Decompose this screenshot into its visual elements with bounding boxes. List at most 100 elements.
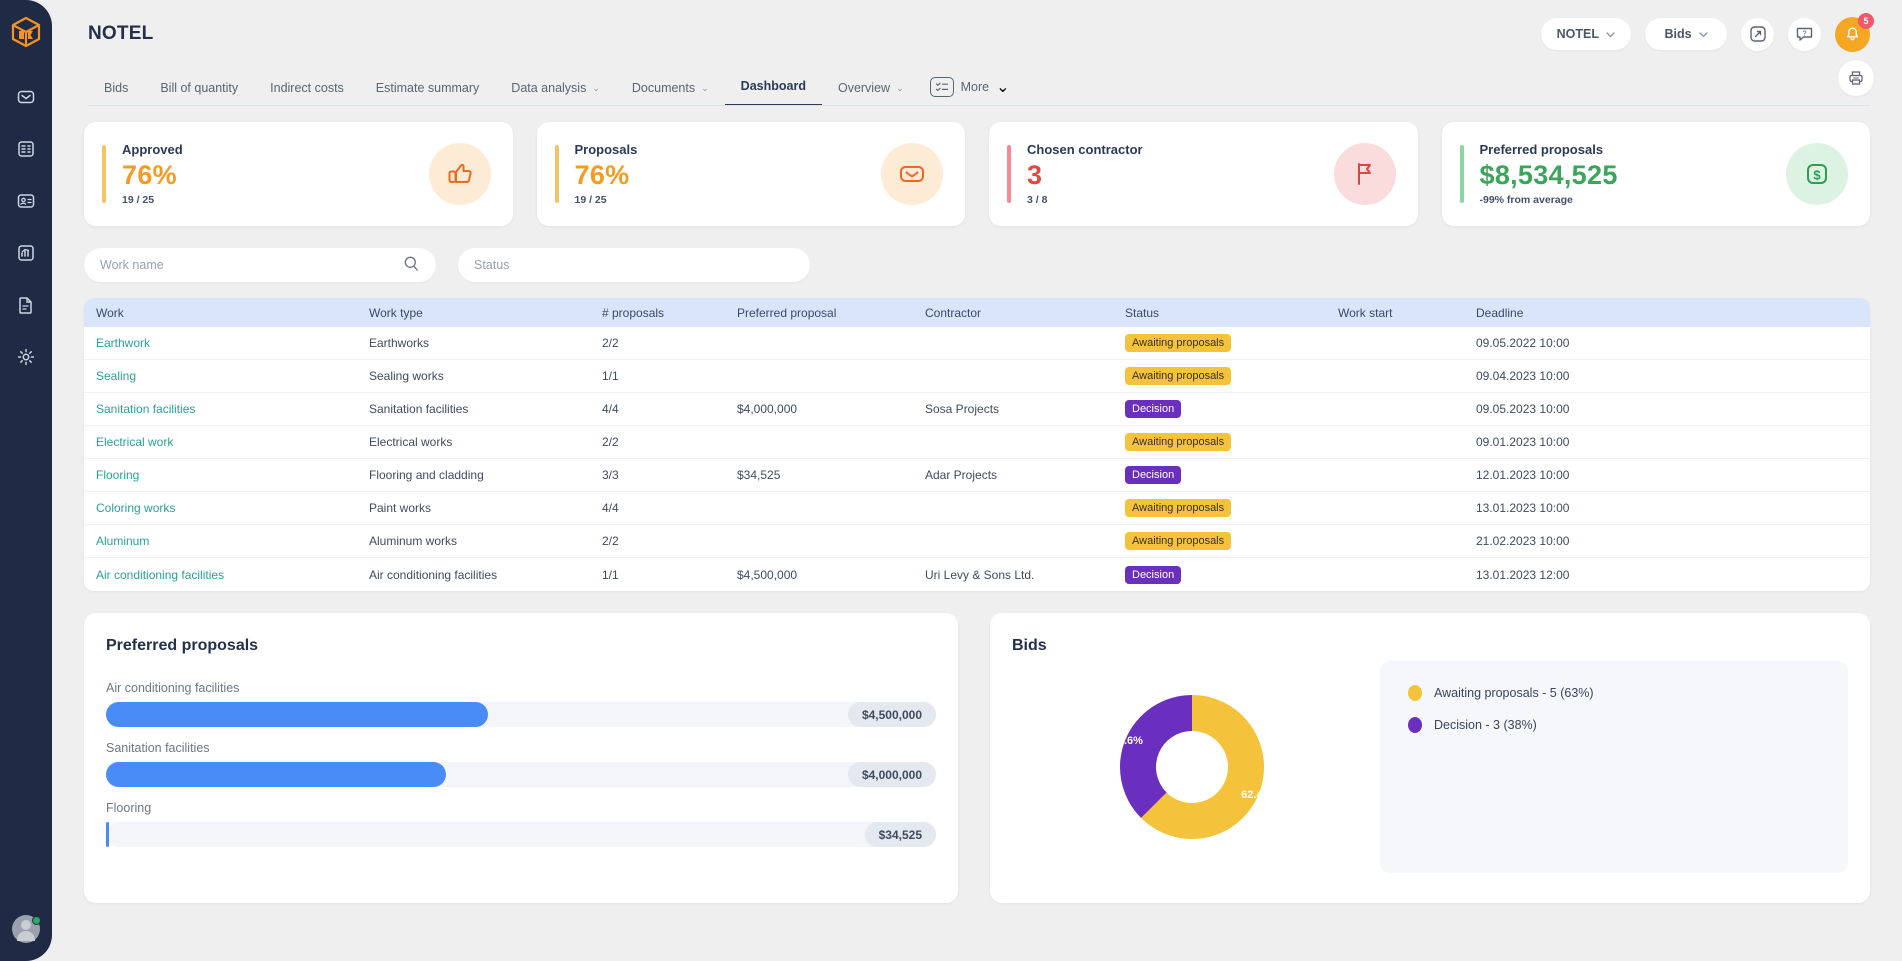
sidebar-item-settings[interactable] [13,344,39,370]
expand-button[interactable] [1741,18,1774,51]
table-row[interactable]: FlooringFlooring and cladding3/3$34,525A… [84,459,1870,492]
legend-item[interactable]: Decision - 3 (38%) [1408,717,1848,733]
avatar[interactable] [12,915,40,943]
kpi-row: Approved 76% 19 / 25 Proposals [84,122,1870,226]
tab-overview[interactable]: Overview ⌄ [822,81,920,106]
status-filter-placeholder: Status [474,258,509,272]
bar-label: Sanitation facilities [106,741,936,755]
kpi-value: 3 [1027,161,1143,190]
table-row[interactable]: Air conditioning facilitiesAir condition… [84,558,1870,591]
table-row[interactable]: AluminumAluminum works2/2Awaiting propos… [84,525,1870,558]
bar-group: Flooring$34,525 [106,801,936,847]
bids-legend: Awaiting proposals - 5 (63%) Decision - 3… [1380,661,1848,873]
sidebar-item-bill-of-quantity[interactable] [13,136,39,162]
status-badge: Decision [1125,400,1181,418]
search-input[interactable]: Work name [84,248,436,282]
sidebar-item-documents[interactable] [13,292,39,318]
tab-label: Indirect costs [270,81,344,95]
work-link[interactable]: Electrical work [96,435,173,449]
kpi-sub: 3 / 8 [1027,194,1143,206]
tab-data-analysis[interactable]: Data analysis ⌄ [495,81,616,106]
module-select[interactable]: Bids [1645,18,1727,50]
tab-bids[interactable]: Bids [88,81,144,106]
sidebar-item-contacts[interactable] [13,188,39,214]
chevron-down-icon: ⌄ [996,77,1009,97]
table-row[interactable]: SealingSealing works1/1Awaiting proposal… [84,360,1870,393]
kpi-value: 76% [122,161,183,190]
cell-work-type: Sanitation facilities [369,402,602,416]
tab-documents[interactable]: Documents ⌄ [616,81,725,106]
work-link[interactable]: Earthwork [96,336,150,350]
cell-deadline: 13.01.2023 10:00 [1476,501,1870,515]
work-link[interactable]: Aluminum [96,534,149,548]
work-link[interactable]: Coloring works [96,501,175,515]
column-header-contractor: Contractor [925,306,1125,320]
bar-group: Air conditioning facilities $4,500,000 [106,681,936,727]
kpi-value: 76% [575,161,638,190]
kpi-label: Chosen contractor [1027,142,1143,157]
cell-deadline: 13.01.2023 12:00 [1476,568,1870,582]
cell-proposals: 1/1 [602,369,737,383]
bar-track: $4,500,000 [106,702,936,727]
notifications-button[interactable]: 5 [1835,17,1870,52]
bar-label: Air conditioning facilities [106,681,936,695]
table-row[interactable]: EarthworkEarthworks2/2Awaiting proposals… [84,327,1870,360]
svg-text:?: ? [1802,29,1806,38]
print-button[interactable] [1838,60,1874,96]
flag-icon [1334,143,1396,205]
legend-item[interactable]: Awaiting proposals - 5 (63%) [1408,685,1848,701]
sidebar-nav [0,84,52,370]
table-header: Work Work type # proposals Preferred pro… [84,298,1870,327]
column-header-status: Status [1125,306,1338,320]
status-filter-input[interactable]: Status [458,248,810,282]
chevron-down-icon [1699,27,1708,41]
table-row[interactable]: Coloring worksPaint works4/4Awaiting pro… [84,492,1870,525]
sidebar-item-analysis[interactable] [13,240,39,266]
legend-color-dot [1408,685,1422,701]
kpi-card-chosen-contractor: Chosen contractor 3 3 / 8 [989,122,1418,226]
work-link[interactable]: Sealing [96,369,136,383]
sidebar-item-mail[interactable] [13,84,39,110]
dashboard-content: Approved 76% 19 / 25 Proposals [52,106,1902,903]
kpi-accent-bar [1007,145,1011,203]
bar-group: Sanitation facilities $4,000,000 [106,741,936,787]
search-icon[interactable] [403,255,420,275]
help-button[interactable]: ? [1788,18,1821,51]
project-select[interactable]: NOTEL [1541,18,1631,50]
cell-status: Decision [1125,566,1338,584]
work-link[interactable]: Flooring [96,468,139,482]
svg-text:$: $ [1813,168,1821,183]
table-row[interactable]: Electrical workElectrical works2/2Awaiti… [84,426,1870,459]
work-link[interactable]: Air conditioning facilities [96,568,224,582]
chevron-down-icon [1606,27,1615,41]
more-label: More [961,80,989,94]
notel-logo[interactable] [8,14,44,50]
cell-proposals: 2/2 [602,435,737,449]
tab-dashboard[interactable]: Dashboard [725,79,822,106]
expand-icon [1749,25,1767,43]
tab-label: Dashboard [741,79,806,93]
preferred-proposals-panel: Preferred proposals Air conditioning fac… [84,613,958,903]
thumbs-up-icon [429,143,491,205]
table-row[interactable]: Sanitation facilities Sanitation faciliti… [84,393,1870,426]
legend-color-dot [1408,717,1422,733]
kpi-card-proposals: Proposals 76% 19 / 25 [537,122,966,226]
cell-deadline: 21.02.2023 10:00 [1476,534,1870,548]
donut-slice[interactable] [1120,695,1192,818]
bar-value-label: $4,000,000 [848,762,936,787]
work-link[interactable]: Sanitation facilities [96,402,195,416]
tab-bill-of-quantity[interactable]: Bill of quantity [144,81,254,106]
status-badge: Awaiting proposals [1125,433,1231,451]
cell-work-type: Flooring and cladding [369,468,602,482]
cell-proposals: 2/2 [602,336,737,350]
cell-deadline: 09.01.2023 10:00 [1476,435,1870,449]
column-header-proposals: # proposals [602,306,737,320]
preferred-proposals-bar-chart: Air conditioning facilities $4,500,000 San… [106,681,936,847]
column-header-preferred-proposal: Preferred proposal [737,306,925,320]
page-title: NOTEL [88,23,153,45]
tab-indirect-costs[interactable]: Indirect costs [254,81,360,106]
cell-work-type: Earthworks [369,336,602,350]
bar-value-label: $4,500,000 [848,702,936,727]
tab-more[interactable]: More ⌄ [930,77,1010,106]
tab-estimate-summary[interactable]: Estimate summary [360,81,496,106]
